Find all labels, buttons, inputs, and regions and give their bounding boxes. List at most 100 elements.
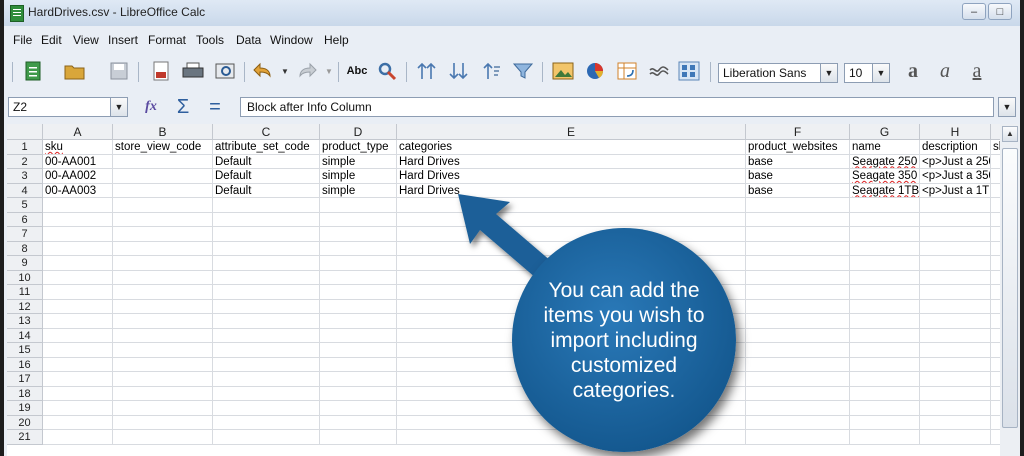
print-icon[interactable] xyxy=(182,60,204,82)
cell-h8[interactable] xyxy=(920,241,991,256)
cell-g18[interactable] xyxy=(850,386,920,401)
cell-i7[interactable] xyxy=(991,227,1000,242)
cell-a8[interactable] xyxy=(43,241,113,256)
expand-formula-bar-button[interactable]: ▼ xyxy=(998,97,1016,117)
special-character-icon[interactable] xyxy=(648,60,670,82)
cell-d4[interactable]: simple xyxy=(320,183,397,198)
cell-b9[interactable] xyxy=(113,256,213,271)
sum-icon[interactable]: Σ xyxy=(172,96,194,118)
row-header-8[interactable]: 8 xyxy=(7,241,43,256)
scroll-up-icon[interactable]: ▲ xyxy=(1002,126,1018,142)
row-header-4[interactable]: 4 xyxy=(7,183,43,198)
cell-h19[interactable] xyxy=(920,401,991,416)
row-header-13[interactable]: 13 xyxy=(7,314,43,329)
undo-dropdown-icon[interactable]: ▼ xyxy=(274,60,296,82)
cell-a9[interactable] xyxy=(43,256,113,271)
cell-i16[interactable] xyxy=(991,358,1000,372)
row-header-14[interactable]: 14 xyxy=(7,328,43,343)
cell-f11[interactable] xyxy=(746,285,850,300)
cell-d15[interactable] xyxy=(320,343,397,358)
cell-i9[interactable] xyxy=(991,256,1000,271)
sort-ascending-icon[interactable] xyxy=(416,60,438,82)
cell-a18[interactable] xyxy=(43,386,113,401)
cell-a20[interactable] xyxy=(43,415,113,430)
cell-d16[interactable] xyxy=(320,357,397,372)
sort-icon[interactable] xyxy=(480,60,502,82)
row-header-17[interactable]: 17 xyxy=(7,372,43,387)
menu-tools[interactable]: Tools xyxy=(196,33,224,47)
input-line[interactable]: Block after Info Column xyxy=(240,97,994,117)
cell-f21[interactable] xyxy=(746,430,850,445)
cell-f10[interactable] xyxy=(746,270,850,285)
cell-f20[interactable] xyxy=(746,415,850,430)
cell-i8[interactable] xyxy=(991,242,1000,256)
cell-b4[interactable] xyxy=(113,183,213,198)
cell-b3[interactable] xyxy=(113,169,213,184)
cell-f15[interactable] xyxy=(746,343,850,358)
cell-g7[interactable] xyxy=(850,227,920,242)
cell-a10[interactable] xyxy=(43,270,113,285)
underline-icon[interactable]: a xyxy=(966,60,988,82)
menu-data[interactable]: Data xyxy=(236,33,261,47)
cell-c8[interactable] xyxy=(213,241,320,256)
cell-c12[interactable] xyxy=(213,299,320,314)
undo-icon[interactable] xyxy=(252,60,274,82)
function-icon[interactable]: = xyxy=(204,96,226,118)
row-header-3[interactable]: 3 xyxy=(7,169,43,184)
cell-h9[interactable] xyxy=(920,256,991,271)
spreadsheet-grid[interactable]: A B C D E F G H I 1skustore_view_codeatt… xyxy=(7,124,1000,456)
cell-c17[interactable] xyxy=(213,372,320,387)
cell-d19[interactable] xyxy=(320,401,397,416)
row-header-7[interactable]: 7 xyxy=(7,227,43,242)
cell-g11[interactable] xyxy=(850,285,920,300)
column-header-a[interactable]: A xyxy=(43,124,113,140)
cell-a7[interactable] xyxy=(43,227,113,242)
open-folder-icon[interactable] xyxy=(64,60,86,82)
cell-a15[interactable] xyxy=(43,343,113,358)
cell-a16[interactable] xyxy=(43,357,113,372)
spellcheck-icon[interactable]: Abc xyxy=(344,60,370,82)
column-header-h[interactable]: H xyxy=(920,124,991,140)
cell-b14[interactable] xyxy=(113,328,213,343)
cell-i13[interactable] xyxy=(991,314,1000,329)
cell-d2[interactable]: simple xyxy=(320,154,397,169)
cell-d9[interactable] xyxy=(320,256,397,271)
save-icon[interactable] xyxy=(108,60,130,82)
cell-d13[interactable] xyxy=(320,314,397,329)
menu-help[interactable]: Help xyxy=(324,33,349,47)
menu-view[interactable]: View xyxy=(73,33,99,47)
menu-window[interactable]: Window xyxy=(270,33,313,47)
cell-b18[interactable] xyxy=(113,386,213,401)
column-header-g[interactable]: G xyxy=(850,124,920,140)
cell-g2[interactable]: Seagate 250 xyxy=(850,154,920,169)
cell-b15[interactable] xyxy=(113,343,213,358)
cell-c15[interactable] xyxy=(213,343,320,358)
cell-d10[interactable] xyxy=(320,270,397,285)
row-header-16[interactable]: 16 xyxy=(7,357,43,372)
cell-g16[interactable] xyxy=(850,357,920,372)
cell-b21[interactable] xyxy=(113,430,213,445)
cell-h14[interactable] xyxy=(920,328,991,343)
cell-a6[interactable] xyxy=(43,212,113,227)
cell-h3[interactable]: <p>Just a 350 G xyxy=(920,169,991,184)
cell-f17[interactable] xyxy=(746,372,850,387)
cell-d21[interactable] xyxy=(320,430,397,445)
row-header-12[interactable]: 12 xyxy=(7,299,43,314)
cell-h6[interactable] xyxy=(920,212,991,227)
print-preview-icon[interactable] xyxy=(214,60,236,82)
cell-c10[interactable] xyxy=(213,270,320,285)
cell-b8[interactable] xyxy=(113,241,213,256)
cell-h21[interactable] xyxy=(920,430,991,445)
minimize-button[interactable]: – xyxy=(962,3,986,20)
cell-g6[interactable] xyxy=(850,212,920,227)
cell-h11[interactable] xyxy=(920,285,991,300)
cell-h4[interactable]: <p>Just a 1TB H xyxy=(920,183,991,198)
cell-c11[interactable] xyxy=(213,285,320,300)
cell-c16[interactable] xyxy=(213,357,320,372)
column-header-f[interactable]: F xyxy=(746,124,850,140)
italic-icon[interactable]: a xyxy=(934,60,956,82)
cell-g17[interactable] xyxy=(850,372,920,387)
insert-chart-icon[interactable] xyxy=(584,60,606,82)
row-header-6[interactable]: 6 xyxy=(7,212,43,227)
cell-a14[interactable] xyxy=(43,328,113,343)
